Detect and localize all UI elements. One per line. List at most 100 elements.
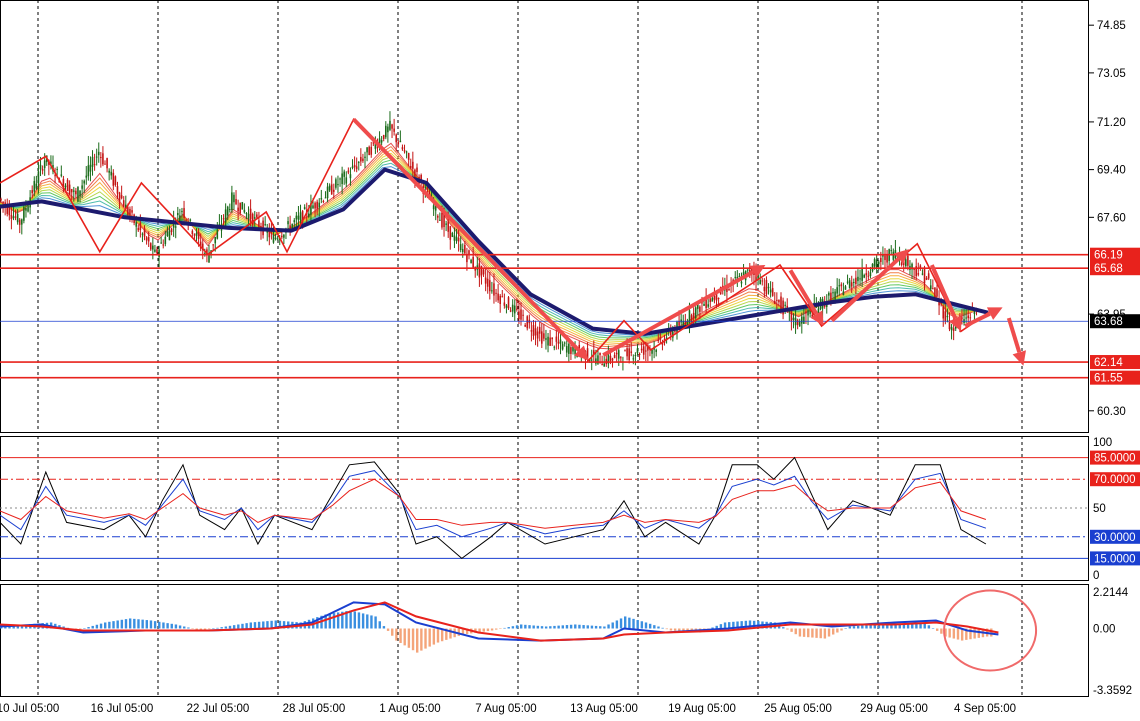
candle-body [553,346,556,348]
candle-body [193,234,196,236]
candle-body [216,230,219,239]
macd-histogram-bar [449,628,452,639]
candle-body [316,201,318,209]
candle-body [547,336,549,346]
chart-canvas[interactable]: 74.8573.0571.2069.4067.6063.9560.3066.19… [0,0,1140,716]
candle-body [314,202,316,209]
macd-tick-label: 0.00 [1093,623,1115,635]
candle-body [603,363,605,367]
candle-body [801,316,803,324]
candle-body [229,209,231,211]
macd-histogram-bar [520,624,523,629]
candle-body [642,346,645,355]
candle-body [853,281,855,283]
candle-body [320,198,323,200]
macd-histogram-bar [940,628,943,634]
candle-body [965,317,967,319]
candle-body [759,279,761,285]
candle-body [110,171,113,176]
candle-body [632,358,635,360]
candle-body [368,146,370,156]
macd-histogram-bar [357,612,361,629]
macd-histogram-bar [166,623,169,629]
candle-body [549,337,551,346]
candle-body [630,351,633,353]
candle-body [863,275,865,278]
candle-body [68,184,71,195]
macd-histogram-bar [212,628,215,629]
candle-body [472,256,474,268]
candle-body [324,197,327,199]
macd-histogram-bar [420,628,423,651]
candle-body [335,179,337,188]
candle-body [308,213,310,217]
price-tick-label: 60.30 [1097,406,1126,418]
macd-histogram-bar [366,614,369,629]
candle-body [129,208,131,216]
candle-body [112,172,115,186]
candle-body [351,166,354,168]
macd-histogram-bar [819,628,822,639]
macd-histogram-bar [640,621,644,629]
candle-body [617,350,620,359]
candle-body [520,309,522,320]
candle-body [149,243,152,250]
candle-body [628,348,630,361]
macd-histogram-bar [424,628,427,649]
macd-histogram-bar [416,628,419,653]
candle-body [803,316,805,324]
macd-histogram-bar [503,627,506,629]
candle-body [158,249,160,257]
candle-body [836,287,838,294]
candle-body [120,195,123,199]
candle-body [145,237,148,241]
macd-histogram-bar [931,628,935,629]
candle-body [559,339,562,344]
candle-body [867,275,870,277]
candle-body [31,190,33,194]
candle-body [191,230,194,234]
candle-body [347,170,350,173]
candle-body [139,222,142,231]
candle-body [389,120,391,130]
candle-body [393,128,395,132]
candle-body [703,303,705,306]
macd-histogram-bar [95,624,99,629]
candle-body [538,327,541,334]
macd-histogram-bar [790,628,793,632]
macd-histogram-bar [495,628,498,630]
candle-body [154,249,156,252]
macd-histogram-bar [137,619,140,629]
macd-histogram-bar [87,627,90,629]
candle-body [441,212,443,228]
candle-body [366,147,368,153]
candle-body [174,226,177,228]
macd-histogram-bar [187,627,190,629]
candle-body [12,216,15,219]
time-tick-label: 10 Jul 05:00 [0,703,59,715]
candle-body [60,174,63,176]
macd-histogram-bar [861,625,864,629]
candle-body [247,213,250,219]
grid-lines [37,0,1023,696]
candle-body [482,269,485,275]
candle-body [166,231,169,236]
current-price-label: 63.68 [1094,316,1123,328]
candle-body [380,139,383,143]
candle-body [486,278,489,287]
macd-histogram-bar [574,624,577,629]
macd-histogram-bar [565,625,569,629]
candle-body [66,179,69,192]
candle-body [457,237,460,242]
chart-window[interactable]: 74.8573.0571.2069.4067.6063.9560.3066.19… [0,0,1140,716]
price-panel[interactable] [0,111,1088,379]
macd-histogram-bar [848,626,852,629]
macd-histogram-bar [611,622,614,629]
candle-body [688,310,691,323]
candle-body [97,151,100,156]
candle-body [522,314,524,316]
macd-histogram-bar [536,625,540,629]
oscillator-panel[interactable] [0,456,1088,560]
candle-body [353,164,356,168]
candle-body [484,277,487,284]
